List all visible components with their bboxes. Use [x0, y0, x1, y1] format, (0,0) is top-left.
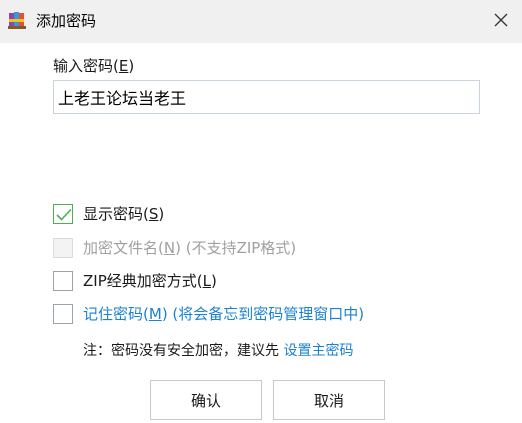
show-password-key: S: [148, 205, 159, 223]
check-icon: [56, 208, 72, 221]
close-icon: [494, 12, 508, 31]
show-password-text: 显示密码(: [83, 205, 149, 223]
zip-legacy-label: ZIP经典加密方式(L): [83, 271, 217, 291]
cancel-button[interactable]: 取消: [273, 380, 385, 420]
window-title: 添加密码: [36, 12, 97, 30]
close-button[interactable]: [480, 0, 522, 43]
remember-password-label[interactable]: 记住密码(M) (将会备忘到密码管理窗口中): [83, 304, 364, 324]
password-label-prefix: 输入密码(: [53, 57, 119, 75]
option-zip-legacy-encryption[interactable]: ZIP经典加密方式(L): [53, 269, 217, 293]
remember-password-suffix: ) (将会备忘到密码管理窗口中): [161, 305, 365, 323]
option-remember-password[interactable]: 记住密码(M) (将会备忘到密码管理窗口中): [53, 302, 364, 326]
security-note: 注：密码没有安全加密，建议先 设置主密码: [83, 341, 353, 361]
encrypt-filenames-checkbox: [53, 238, 73, 258]
show-password-suffix: ): [158, 205, 165, 223]
password-input[interactable]: [53, 80, 480, 114]
show-password-label: 显示密码(S): [83, 204, 164, 224]
option-encrypt-filenames: 加密文件名(N) (不支持ZIP格式): [53, 236, 296, 260]
remember-password-text: 记住密码(: [83, 305, 149, 323]
show-password-checkbox[interactable]: [53, 204, 73, 224]
encrypt-filenames-text: 加密文件名(: [83, 239, 164, 257]
ok-button[interactable]: 确认: [150, 380, 262, 420]
add-password-dialog: 添加密码 输入密码(E) 显示密码(S) 加密文件名(N) (不支持ZIP格式)…: [0, 0, 522, 423]
zip-legacy-text: ZIP经典加密方式(: [83, 272, 203, 290]
zip-legacy-key: L: [202, 272, 211, 290]
title-bar: 添加密码: [0, 0, 522, 43]
password-label-key: E: [118, 57, 129, 75]
option-show-password[interactable]: 显示密码(S): [53, 202, 164, 226]
zip-legacy-checkbox[interactable]: [53, 271, 73, 291]
zip-legacy-suffix: ): [210, 272, 217, 290]
password-label: 输入密码(E): [53, 56, 134, 76]
remember-password-key: M: [148, 305, 162, 323]
winrar-books-icon: [8, 10, 28, 30]
set-master-password-link[interactable]: 设置主密码: [283, 343, 353, 359]
security-note-text: 注：密码没有安全加密，建议先: [83, 343, 284, 359]
encrypt-filenames-label: 加密文件名(N) (不支持ZIP格式): [83, 238, 296, 258]
remember-password-checkbox[interactable]: [53, 304, 73, 324]
encrypt-filenames-suffix: ) (不支持ZIP格式): [175, 239, 297, 257]
password-label-suffix: ): [128, 57, 135, 75]
encrypt-filenames-key: N: [163, 239, 176, 257]
